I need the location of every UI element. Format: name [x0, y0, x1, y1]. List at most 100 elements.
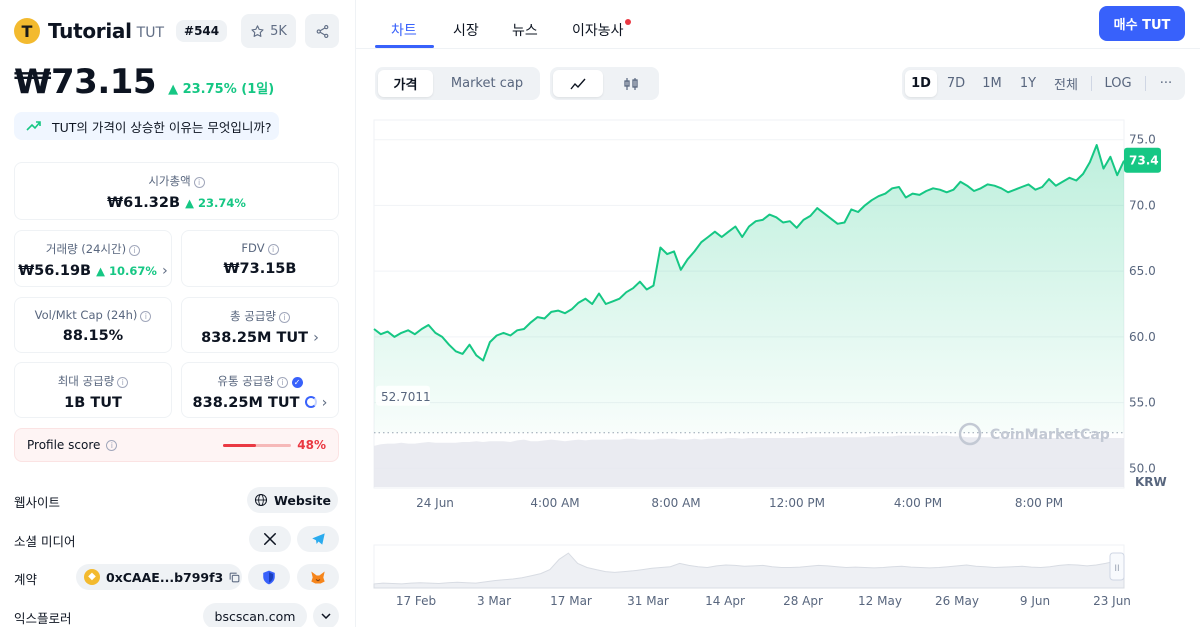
x-social-button[interactable] — [249, 526, 291, 552]
volume-label: 거래량 (24시간) i — [15, 241, 171, 257]
log-scale-toggle[interactable]: LOG — [1096, 70, 1140, 97]
candlestick-icon — [624, 77, 638, 90]
chart-type-toggle: 가격 Market cap — [375, 67, 540, 100]
open-price-label: 52.7011 — [381, 390, 431, 404]
market-cap-tab[interactable]: Market cap — [437, 70, 537, 97]
volume-value: ₩56.19B ▲ 10.67% › — [18, 263, 168, 279]
coin-header: T Tutorial TUT #544 5K — [14, 14, 339, 48]
profile-score-bar — [223, 444, 291, 447]
star-icon — [251, 24, 264, 37]
range-7d[interactable]: 7D — [940, 70, 972, 97]
fdv-value: ₩73.15B — [223, 261, 297, 277]
y-tick-label: 65.0 — [1129, 264, 1156, 278]
price-change: ▲ 23.75% (1일) — [168, 82, 275, 97]
vol-mkt-cap-value: 88.15% — [62, 328, 124, 344]
explorer-dropdown[interactable] — [313, 603, 339, 627]
navigator-tick-label: 12 May — [858, 594, 902, 608]
navigator-tick-label: 31 Mar — [627, 594, 669, 608]
navigator-tick-label: 23 Jun — [1093, 594, 1131, 608]
telegram-button[interactable] — [297, 526, 339, 552]
price-area-fill — [374, 145, 1124, 433]
more-options-button[interactable]: ··· — [1150, 70, 1182, 97]
section-tabs: 차트 시장 뉴스 이자농사 — [375, 0, 1200, 48]
market-cap-value: ₩61.32B ▲ 23.74% — [107, 195, 246, 211]
tab-news[interactable]: 뉴스 — [512, 20, 538, 40]
vol-mkt-cap-card: Vol/Mkt Cap (24h) i 88.15% — [14, 297, 172, 353]
share-icon — [316, 24, 328, 38]
profile-score-fill — [223, 444, 256, 447]
price-tab[interactable]: 가격 — [378, 70, 433, 97]
watchlist-button[interactable]: 5K — [241, 14, 296, 48]
tab-chart[interactable]: 차트 — [391, 20, 417, 40]
coin-logo: T — [14, 18, 40, 44]
circulating-supply-card[interactable]: 유통 공급량 i ✓ 838.25M TUT › — [181, 362, 339, 418]
metamask-button[interactable] — [297, 564, 339, 590]
info-icon: i — [140, 311, 152, 322]
share-button[interactable] — [305, 14, 339, 48]
x-tick-label: 8:00 PM — [1015, 496, 1063, 510]
supply-ring-icon — [304, 396, 317, 408]
bnb-chain-icon: ◆ — [84, 569, 100, 585]
volume-area — [374, 435, 1124, 487]
info-icon: i — [278, 312, 290, 323]
max-supply-value: 1B TUT — [64, 395, 122, 411]
x-tick-label: 4:00 AM — [530, 496, 579, 510]
new-dot-badge — [625, 19, 631, 25]
tab-markets[interactable]: 시장 — [453, 20, 479, 40]
explorer-label: 익스플로러 — [14, 611, 72, 626]
volume-card[interactable]: 거래량 (24시간) i ₩56.19B ▲ 10.67% › — [14, 230, 172, 287]
range-1d[interactable]: 1D — [905, 70, 937, 97]
x-tick-label: 12:00 PM — [769, 496, 825, 510]
navigator-tick-label: 28 Apr — [783, 594, 823, 608]
currency-label: KRW — [1135, 475, 1167, 489]
line-chart-button[interactable] — [553, 70, 603, 97]
coin-info-panel: T Tutorial TUT #544 5K ₩73.15 ▲ 23.75% (… — [0, 0, 356, 627]
range-divider — [1145, 76, 1146, 91]
buy-button[interactable]: 매수 TUT — [1099, 6, 1185, 41]
verified-icon: ✓ — [291, 377, 303, 388]
navigator-handle-grip: II — [1114, 564, 1119, 574]
y-tick-label: 50.0 — [1129, 461, 1156, 475]
telegram-icon — [311, 533, 325, 545]
range-all[interactable]: 전체 — [1048, 70, 1084, 97]
price-chart[interactable]: 75.0 70.0 65.0 60.0 55.0 50.0 52.7011 73.4 KRW Co… — [356, 100, 1200, 627]
x-tick-label: 24 Jun — [416, 496, 454, 510]
total-supply-card[interactable]: 총 공급량 i 838.25M TUT › — [181, 297, 339, 353]
security-button[interactable] — [248, 564, 290, 590]
fdv-card: FDV i ₩73.15B — [181, 230, 339, 287]
market-cap-label: 시가총액 i — [15, 173, 338, 189]
contract-label: 계약 — [14, 572, 38, 587]
explorer-button[interactable]: bscscan.com — [203, 603, 307, 627]
info-icon: i — [117, 377, 129, 388]
tabs-divider — [356, 48, 1200, 49]
vol-mkt-cap-label: Vol/Mkt Cap (24h) i — [15, 308, 171, 322]
y-tick-label: 55.0 — [1129, 396, 1156, 410]
fdv-label: FDV i — [182, 241, 338, 255]
copy-icon[interactable] — [228, 571, 241, 584]
price-reason-button[interactable]: TUT의 가격이 상승한 이유는 무엇입니까? — [14, 112, 279, 140]
range-1y[interactable]: 1Y — [1012, 70, 1044, 97]
watchlist-count: 5K — [270, 23, 287, 39]
candlestick-button[interactable] — [606, 70, 656, 97]
tab-yield-farming[interactable]: 이자농사 — [572, 20, 624, 40]
x-tick-label: 8:00 AM — [651, 496, 700, 510]
info-icon: i — [267, 244, 279, 255]
info-icon: i — [106, 439, 118, 451]
globe-icon — [254, 493, 268, 507]
website-label: 웹사이트 — [14, 495, 61, 510]
social-label: 소셜 미디어 — [14, 534, 76, 549]
navigator-tick-label: 9 Jun — [1020, 594, 1050, 608]
chart-style-toggle — [550, 67, 659, 100]
x-logo-icon — [263, 532, 277, 546]
profile-score-label: Profile score — [27, 438, 101, 452]
contract-address-button[interactable]: ◆ 0xCAAE...b799f3 — [76, 564, 242, 590]
navigator-tick-label: 17 Mar — [550, 594, 592, 608]
navigator-tick-label: 26 May — [935, 594, 979, 608]
coin-symbol: TUT — [136, 24, 165, 41]
website-button[interactable]: Website — [247, 487, 338, 513]
time-range-selector: 1D 7D 1M 1Y 전체 LOG ··· — [902, 67, 1185, 100]
range-1m[interactable]: 1M — [976, 70, 1008, 97]
chevron-down-icon — [321, 613, 331, 619]
profile-score[interactable]: Profile score i 48% — [14, 428, 339, 462]
navigator-tick-label: 3 Mar — [477, 594, 511, 608]
